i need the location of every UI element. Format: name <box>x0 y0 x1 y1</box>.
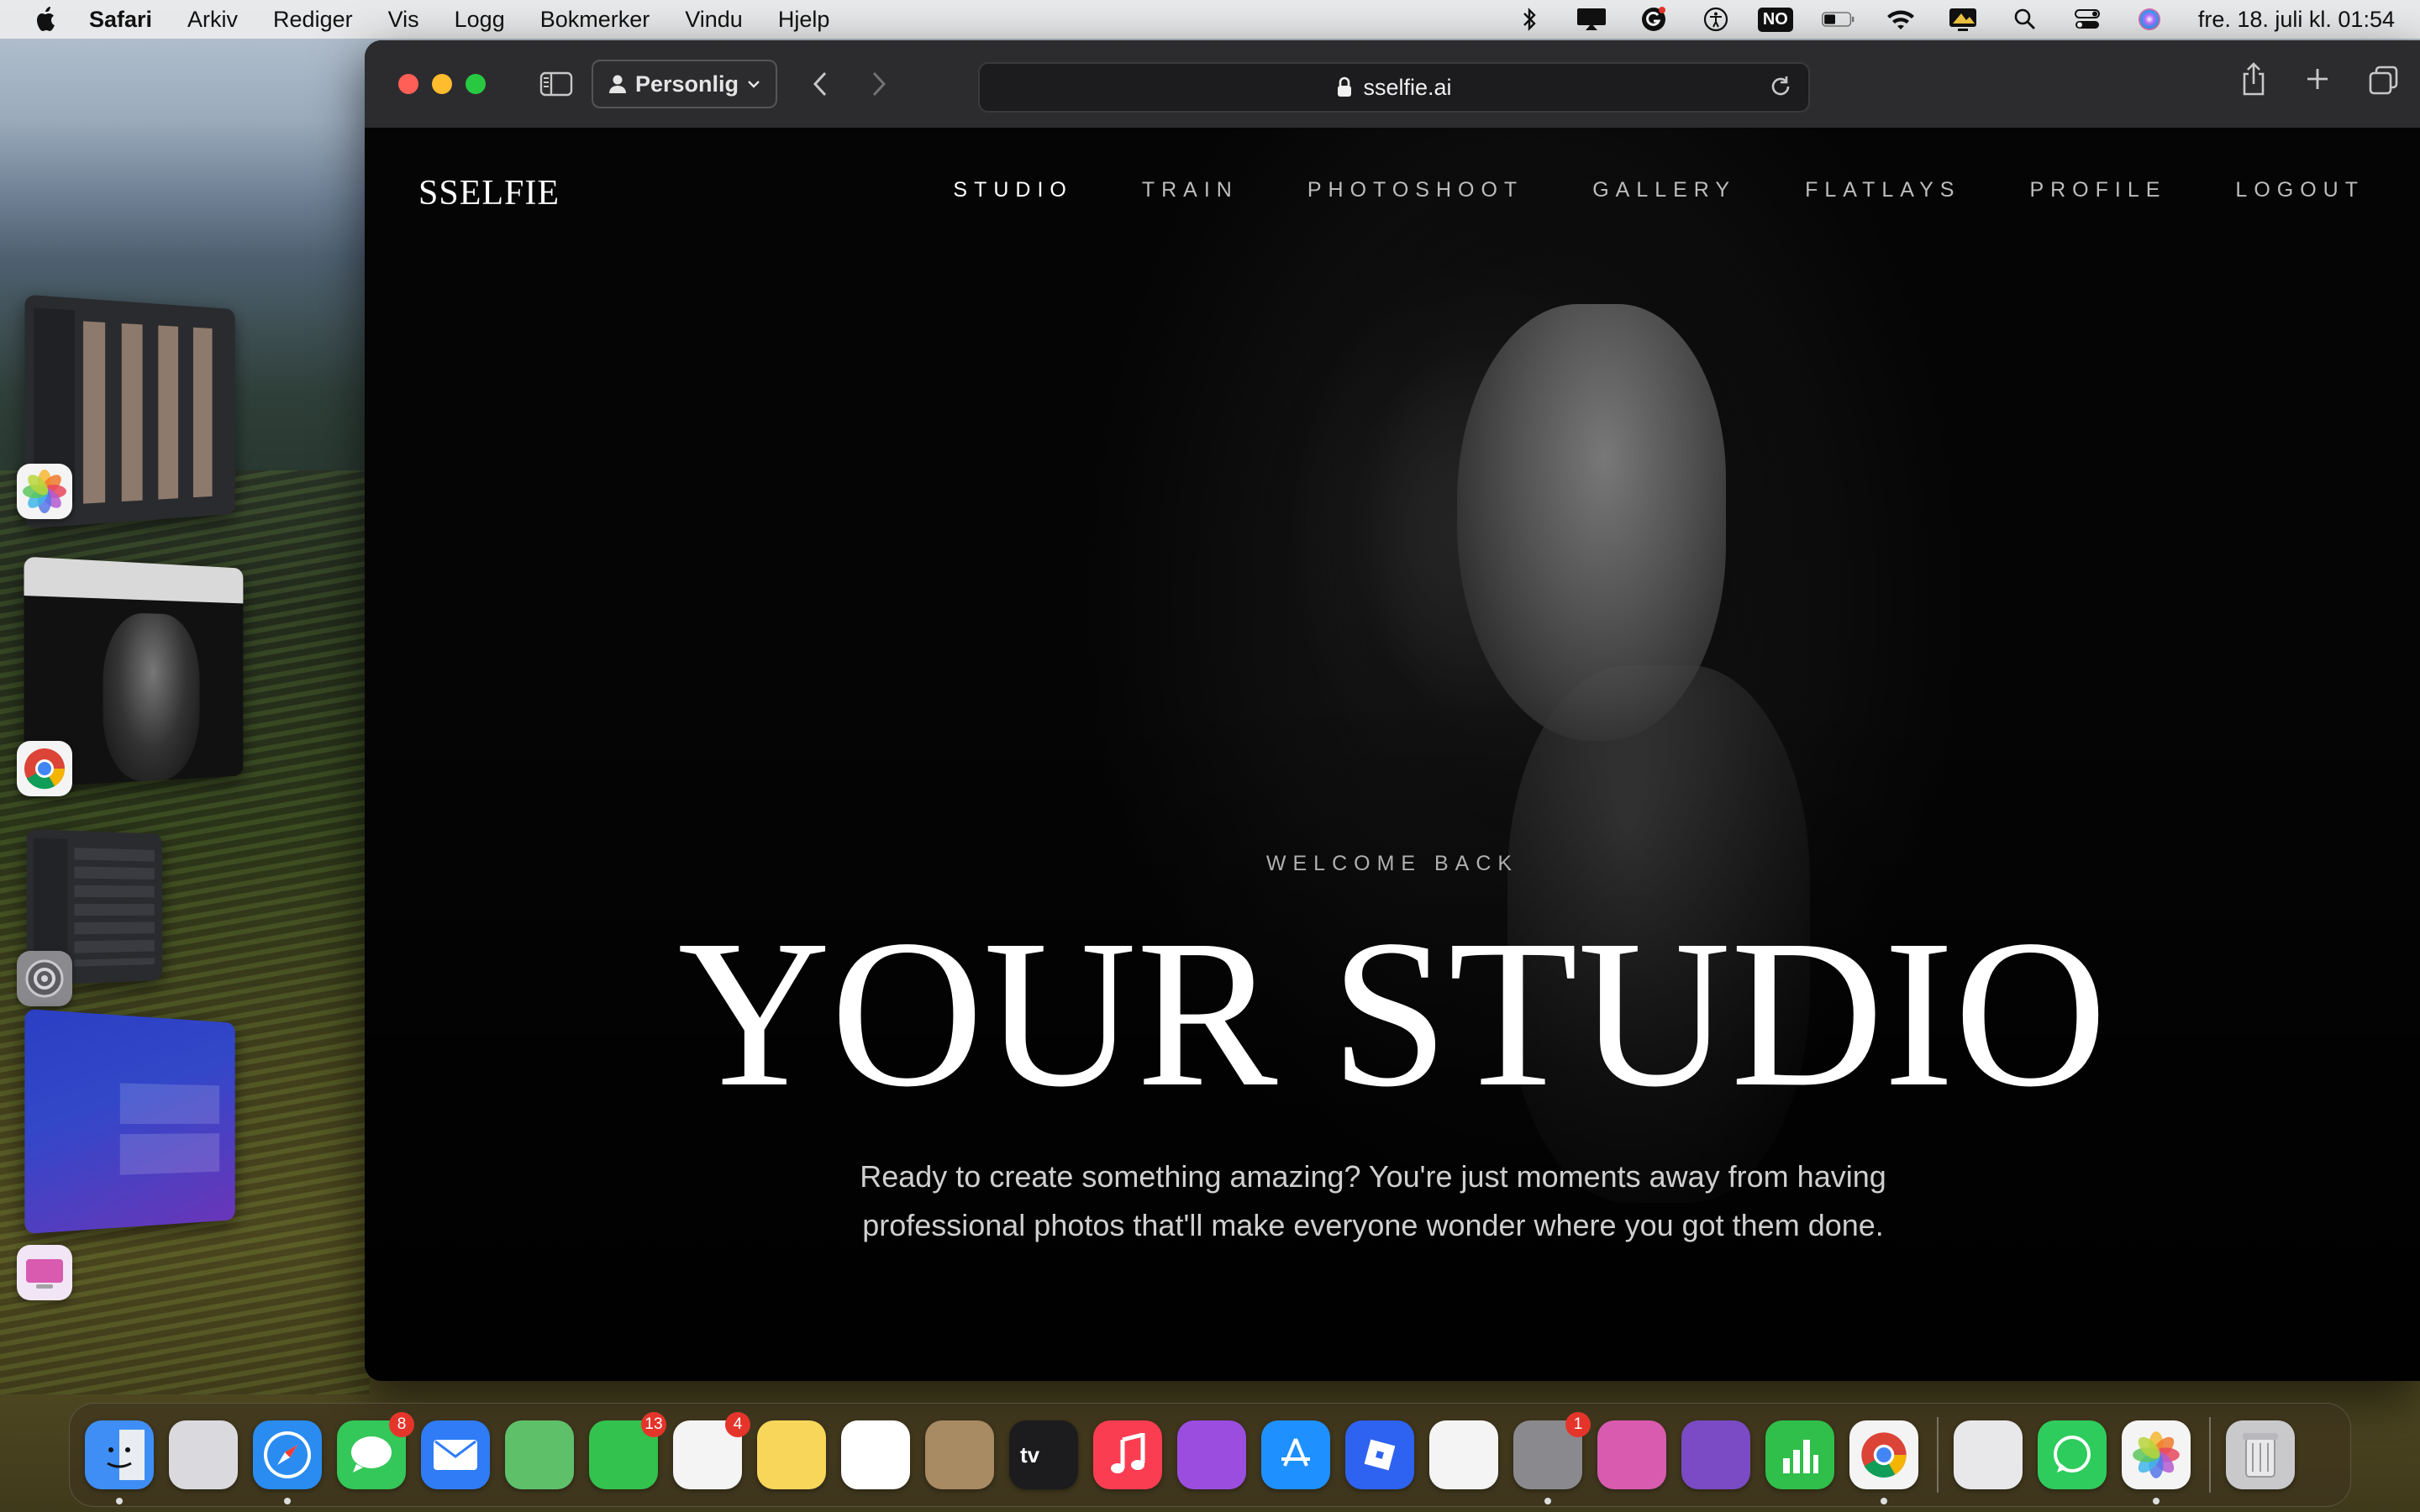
dock-preview-icon[interactable] <box>1954 1420 2023 1489</box>
tab-overview-icon[interactable] <box>2368 62 2400 96</box>
notification-badge: 8 <box>389 1412 414 1437</box>
svg-text:tv: tv <box>1020 1442 1040 1467</box>
minimize-window-button[interactable] <box>432 74 452 94</box>
chevron-left-icon <box>813 71 827 97</box>
menu-bokmerker[interactable]: Bokmerker <box>540 7 650 33</box>
profile-switcher[interactable]: Personlig <box>592 60 778 108</box>
zoom-window-button[interactable] <box>466 74 486 94</box>
dock-safari-icon[interactable] <box>253 1420 322 1504</box>
profile-label: Personlig <box>635 71 739 97</box>
url-text: sselfie.ai <box>1363 74 1452 100</box>
running-indicator <box>116 1498 123 1504</box>
accessibility-icon[interactable] <box>1699 6 1733 33</box>
spotlight-icon[interactable] <box>2008 6 2042 33</box>
dock-separator <box>1937 1417 1939 1493</box>
dock-notes-icon[interactable] <box>757 1420 826 1489</box>
back-button[interactable] <box>811 71 829 97</box>
safari-window: Personlig sselfie.ai SSELFIE STUDIO TRAI… <box>365 40 2420 1381</box>
hero-subtitle-line2: professional photos that'll make everyon… <box>862 1208 1884 1242</box>
safari-toolbar: Personlig sselfie.ai <box>365 40 2420 129</box>
dock-whatsapp-icon[interactable] <box>2038 1420 2107 1489</box>
notification-badge: 13 <box>641 1412 666 1437</box>
dock-music-icon[interactable] <box>1093 1420 1162 1489</box>
dock-numbers-icon[interactable] <box>1765 1420 1834 1489</box>
window-controls <box>398 74 499 94</box>
airplay-icon[interactable] <box>1575 6 1608 33</box>
menu-clock[interactable]: fre. 18. juli kl. 01:54 <box>2198 7 2395 33</box>
chevron-down-icon <box>748 81 760 88</box>
dock-maps-icon[interactable] <box>505 1420 574 1489</box>
menu-bar: Safari Arkiv Rediger Vis Logg Bokmerker … <box>0 0 2420 39</box>
web-page: SSELFIE STUDIO TRAIN PHOTOSHOOT GALLERY … <box>365 128 2420 1381</box>
menu-rediger[interactable]: Rediger <box>273 7 353 33</box>
dock-mail-icon[interactable] <box>421 1420 490 1489</box>
running-indicator <box>284 1498 291 1504</box>
dock-app-store-icon[interactable] <box>1261 1420 1330 1489</box>
running-indicator <box>2153 1498 2160 1504</box>
dock-chrome-icon[interactable] <box>1849 1420 1918 1504</box>
person-icon <box>609 75 626 93</box>
lock-icon <box>1336 76 1353 98</box>
address-bar[interactable]: sselfie.ai <box>978 62 1810 113</box>
battery-icon[interactable] <box>1821 6 1855 33</box>
forward-button[interactable] <box>870 71 888 97</box>
menu-vis[interactable]: Vis <box>388 7 419 33</box>
bluetooth-icon[interactable] <box>1512 6 1546 33</box>
siri-icon[interactable] <box>2133 6 2166 33</box>
dock-photos-icon[interactable] <box>2122 1420 2191 1504</box>
dock-separator <box>2209 1417 2211 1493</box>
dock: 8 13 4 tv 1 <box>69 1403 2351 1507</box>
notification-badge: 1 <box>1565 1412 1591 1437</box>
new-tab-icon[interactable] <box>2304 62 2331 96</box>
hero-title: YOUR STUDIO <box>677 895 2107 1131</box>
cleanmymac-app-icon[interactable] <box>17 1245 72 1300</box>
hero-subtitle-line1: Ready to create something amazing? You'r… <box>860 1159 1886 1194</box>
chrome-app-icon[interactable] <box>17 741 72 796</box>
share-icon[interactable] <box>2240 62 2267 96</box>
hero-eyebrow: WELCOME BACK <box>1265 852 1519 875</box>
dock-facetime-icon[interactable]: 13 <box>589 1412 666 1489</box>
grammarly-icon[interactable] <box>1637 6 1670 33</box>
dock-tv-icon[interactable]: tv <box>1009 1420 1078 1489</box>
photos-app-icon[interactable] <box>17 464 72 519</box>
running-indicator <box>1544 1498 1551 1504</box>
dock-podcasts-icon[interactable] <box>1177 1420 1246 1489</box>
dock-github-desktop-icon[interactable] <box>1681 1420 1750 1489</box>
chevron-right-icon <box>872 71 886 97</box>
dock-roblox-icon[interactable] <box>1345 1420 1414 1489</box>
dock-contacts-icon[interactable] <box>925 1420 994 1489</box>
apple-menu-icon[interactable] <box>32 5 60 34</box>
dock-trash-icon[interactable] <box>2226 1420 2295 1489</box>
dock-freeform-icon[interactable] <box>841 1420 910 1489</box>
stage-window-cleanmymac[interactable] <box>24 1008 235 1235</box>
dock-finder-icon[interactable] <box>85 1420 154 1504</box>
hero-subtitle: Ready to create something amazing? You'r… <box>827 1152 1919 1250</box>
sidebar-toggle-icon[interactable] <box>539 71 573 97</box>
wifi-icon[interactable] <box>1884 6 1918 33</box>
hero-section: WELCOME BACK YOUR STUDIO Ready to create… <box>365 128 2420 1381</box>
running-indicator <box>1881 1498 1887 1504</box>
menu-app-name[interactable]: Safari <box>89 7 152 33</box>
menu-vindu[interactable]: Vindu <box>685 7 743 33</box>
dock-launchpad-icon[interactable] <box>169 1420 238 1489</box>
control-center-icon[interactable] <box>2070 6 2104 33</box>
dock-reminders-icon[interactable]: 4 <box>673 1412 750 1489</box>
dock-messages-icon[interactable]: 8 <box>337 1412 414 1489</box>
menu-logg[interactable]: Logg <box>455 7 505 33</box>
dock-cleanmymac-icon[interactable] <box>1597 1420 1666 1489</box>
notification-badge: 4 <box>725 1412 750 1437</box>
menu-arkiv[interactable]: Arkiv <box>187 7 238 33</box>
input-source-badge[interactable]: NO <box>1757 7 1793 32</box>
menu-hjelp[interactable]: Hjelp <box>778 7 830 33</box>
display-icon[interactable] <box>1946 6 1980 33</box>
toolbar-right <box>2240 62 2400 96</box>
dock-system-settings-icon[interactable]: 1 <box>1513 1412 1591 1504</box>
system-settings-app-icon[interactable] <box>17 951 72 1006</box>
close-window-button[interactable] <box>398 74 418 94</box>
dock-outlook-icon[interactable] <box>1429 1420 1498 1489</box>
reload-icon[interactable] <box>1768 74 1793 99</box>
